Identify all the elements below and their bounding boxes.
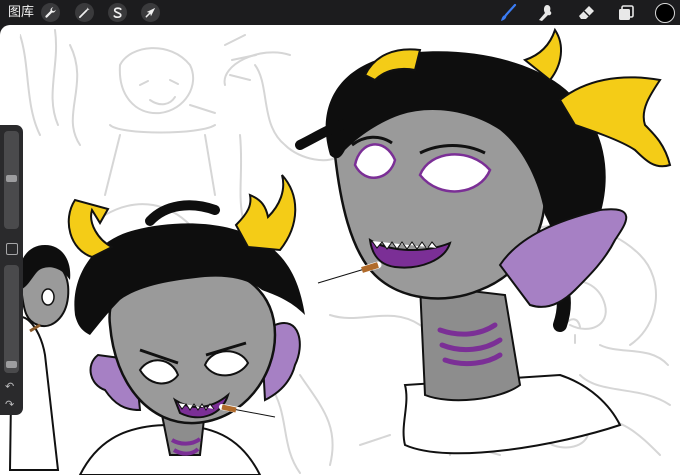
top-toolbar: 图库 [0,0,680,25]
wrench-icon [45,7,56,18]
color-picker-button[interactable] [655,3,675,23]
drawing-canvas[interactable] [0,25,680,475]
opacity-thumb[interactable] [6,361,17,369]
arrow-cursor-icon [145,7,156,18]
smudge-tool-button[interactable] [535,2,557,24]
opacity-slider[interactable] [4,265,19,373]
middle-character [67,174,306,475]
redo-arrow-icon[interactable]: ↷ [5,399,14,411]
artwork [8,27,672,475]
actions-button[interactable] [41,3,60,22]
brush-size-thumb[interactable] [6,174,17,182]
brush-icon [501,3,517,21]
undo-arrow-icon[interactable]: ↶ [5,381,14,393]
brush-tool-button[interactable] [497,2,519,24]
selection-button[interactable] [108,3,127,22]
magic-wand-icon [79,7,90,18]
transform-button[interactable] [141,3,160,22]
layers-icon [619,5,634,20]
selection-s-icon [113,7,122,19]
gallery-button[interactable]: 图库 [8,5,34,20]
layers-button[interactable] [615,2,637,24]
adjustments-button[interactable] [75,3,94,22]
eraser-icon [579,6,594,19]
left-sidebar: ↶ ↷ [0,125,23,415]
square-modify-icon[interactable] [6,243,18,255]
brush-size-slider[interactable] [4,131,19,229]
canvas-corner [0,25,20,45]
smudge-finger-icon [539,5,552,21]
eraser-tool-button[interactable] [576,2,598,24]
